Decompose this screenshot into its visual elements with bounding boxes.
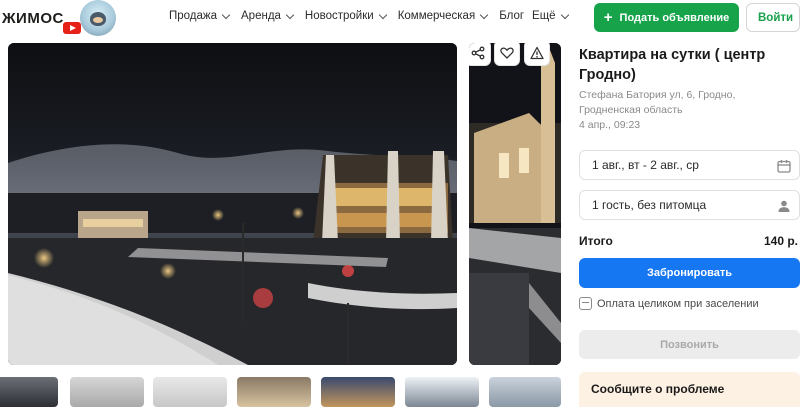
nav-label: Продажа bbox=[169, 10, 217, 22]
payment-note: Оплата целиком при заселении bbox=[579, 297, 759, 310]
nav-item-blog[interactable]: Блог bbox=[499, 10, 524, 22]
chevron-down-icon bbox=[221, 10, 231, 19]
nav-item-more[interactable]: Ещё bbox=[532, 10, 569, 22]
logo[interactable]: ЖИМОС bbox=[0, 0, 64, 36]
listing-title: Квартира на сутки ( центр Гродно) bbox=[579, 47, 766, 83]
wallet-icon bbox=[579, 297, 592, 310]
listing-date: 4 апр., 09:23 bbox=[579, 119, 641, 131]
dates-field[interactable]: 1 авг., вт - 2 авг., ср bbox=[579, 150, 800, 180]
nav-item-new-buildings[interactable]: Новостройки bbox=[304, 10, 387, 22]
plus-icon: + bbox=[603, 9, 613, 26]
secondary-photo[interactable] bbox=[469, 43, 561, 365]
payment-note-text: Оплата целиком при заселении bbox=[597, 297, 759, 310]
thumbnail[interactable] bbox=[0, 377, 58, 407]
book-button[interactable]: Забронировать bbox=[579, 258, 800, 288]
youtube-icon[interactable] bbox=[63, 22, 81, 34]
favorite-button[interactable] bbox=[495, 43, 519, 65]
main-nav: Продажа Аренда Новостройки Коммерческая … bbox=[169, 10, 580, 22]
header: ЖИМОС Продажа Аренда Новостройки Коммерч… bbox=[0, 0, 800, 36]
thumbnail[interactable] bbox=[70, 377, 144, 407]
nav-label: Новостройки bbox=[304, 10, 374, 22]
thumbnail-strip bbox=[0, 377, 570, 407]
calendar-icon bbox=[777, 160, 791, 173]
post-ad-label: Подать объявление bbox=[619, 11, 730, 24]
church-photo bbox=[469, 43, 561, 365]
chevron-down-icon bbox=[285, 10, 295, 19]
report-problem-title: Сообщите о проблеме bbox=[591, 382, 725, 396]
user-icon bbox=[778, 200, 790, 212]
chevron-down-icon bbox=[378, 10, 387, 19]
nav-item-sale[interactable]: Продажа bbox=[169, 10, 231, 22]
thumbnail[interactable] bbox=[321, 377, 395, 407]
call-button[interactable]: Позвонить bbox=[579, 330, 800, 359]
thumbnail[interactable] bbox=[405, 377, 479, 407]
share-icon bbox=[471, 46, 485, 60]
night-city-photo bbox=[8, 43, 457, 365]
report-button[interactable] bbox=[525, 43, 549, 65]
login-button[interactable]: Войти bbox=[746, 3, 800, 32]
nav-label: Ещё bbox=[532, 10, 556, 22]
logo-text: ЖИМОС bbox=[2, 9, 64, 27]
total-label: Итого bbox=[579, 234, 613, 248]
listing-address: Стефана Батория ул, 6, Гродно, Гродненск… bbox=[579, 89, 736, 116]
report-problem-card[interactable]: Сообщите о проблеме bbox=[579, 372, 800, 407]
warning-icon bbox=[530, 46, 544, 60]
thumbnail[interactable] bbox=[153, 377, 227, 407]
nav-label: Блог bbox=[499, 10, 525, 22]
nav-label: Аренда bbox=[241, 10, 281, 22]
mascot-logo-icon bbox=[80, 0, 116, 36]
chevron-down-icon bbox=[560, 10, 569, 19]
share-button[interactable] bbox=[469, 43, 490, 65]
dates-field-value: 1 авг., вт - 2 авг., ср bbox=[592, 158, 699, 172]
nav-item-commercial[interactable]: Коммерческая bbox=[397, 10, 489, 22]
thumbnail[interactable] bbox=[237, 377, 311, 407]
heart-icon bbox=[500, 47, 514, 59]
total-value: 140 р. bbox=[764, 234, 799, 248]
post-ad-button[interactable]: + Подать объявление bbox=[594, 3, 739, 32]
main-photo[interactable] bbox=[8, 43, 457, 365]
nav-label: Коммерческая bbox=[397, 10, 476, 22]
thumbnail[interactable] bbox=[489, 377, 561, 407]
guests-field-value: 1 гость, без питомца bbox=[592, 198, 707, 212]
chevron-down-icon bbox=[479, 10, 489, 19]
guests-field[interactable]: 1 гость, без питомца bbox=[579, 190, 800, 220]
nav-item-rent[interactable]: Аренда bbox=[241, 10, 295, 22]
